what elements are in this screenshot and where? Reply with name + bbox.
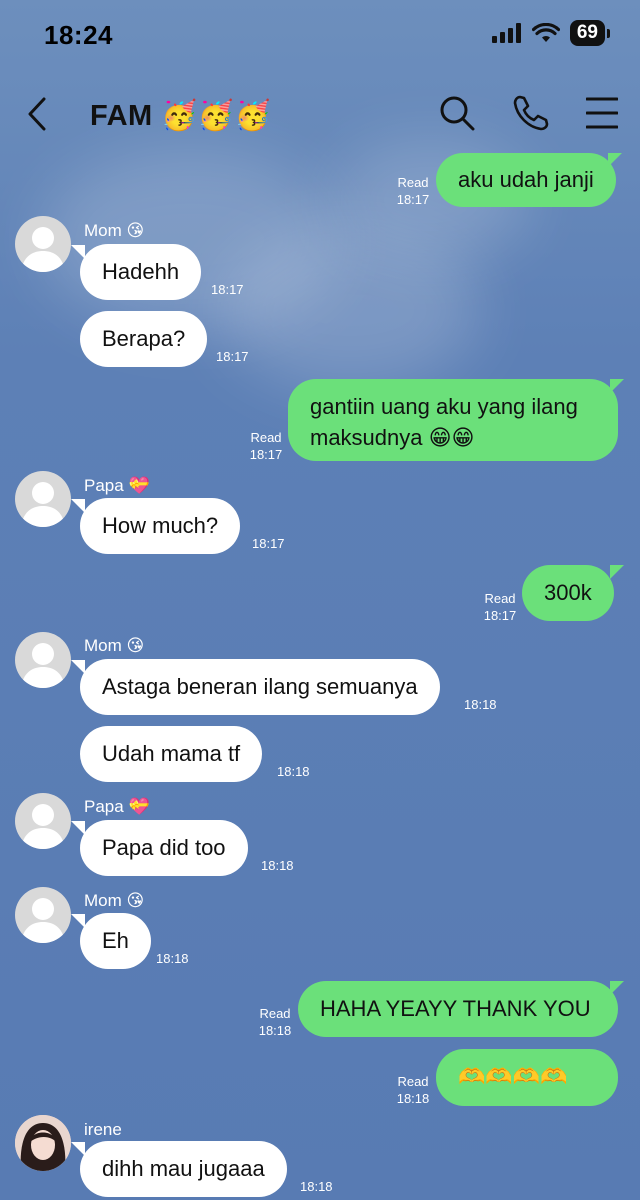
read-label: Read bbox=[259, 1006, 291, 1021]
message-time: 18:17 bbox=[216, 349, 249, 364]
read-receipt: Read 18:17 bbox=[479, 590, 521, 624]
message-bubble-incoming[interactable]: Astaga beneran ilang semuanya bbox=[80, 659, 440, 715]
search-icon[interactable] bbox=[438, 94, 476, 132]
default-avatar-icon bbox=[21, 804, 65, 849]
bubble-tail bbox=[610, 379, 624, 393]
message-text: aku udah janji bbox=[458, 167, 594, 192]
message-text: Astaga beneran ilang semuanya bbox=[102, 674, 418, 699]
sender-name: Mom 😘 bbox=[84, 221, 144, 241]
header-actions bbox=[438, 94, 618, 132]
message-text: HAHA YEAYY THANK YOU bbox=[320, 996, 591, 1021]
sender-name: Mom 😘 bbox=[84, 636, 144, 656]
phone-icon[interactable] bbox=[512, 94, 550, 132]
back-arrow-icon[interactable] bbox=[26, 96, 48, 132]
sender-emoji: 💝 bbox=[128, 797, 150, 817]
message-text: 🫶🫶🫶🫶 bbox=[458, 1065, 568, 1090]
message-bubble-incoming[interactable]: Hadehh bbox=[80, 244, 202, 300]
message-bubble-outgoing[interactable]: 🫶🫶🫶🫶 bbox=[436, 1049, 618, 1106]
message-time: 18:17 bbox=[211, 282, 244, 297]
message-text: Udah mama tf bbox=[102, 741, 241, 766]
sender-name-text: Papa bbox=[84, 797, 124, 816]
read-receipt: Read 18:18 bbox=[392, 1073, 434, 1107]
chat-title-text: FAM bbox=[90, 100, 153, 132]
sender-emoji: 😘 bbox=[126, 891, 145, 911]
bubble-tail bbox=[610, 565, 624, 579]
sender-name-text: irene bbox=[84, 1120, 122, 1139]
message-time: 18:18 bbox=[258, 1023, 292, 1038]
message-text: Papa did too bbox=[102, 835, 226, 860]
avatar-papa[interactable] bbox=[15, 471, 71, 527]
message-text-line: gantiin uang aku yang ilang bbox=[310, 394, 578, 419]
wifi-icon bbox=[531, 22, 560, 42]
profile-photo bbox=[15, 1115, 71, 1171]
status-icons: 69 bbox=[491, 20, 610, 46]
message-text: dihh mau jugaaa bbox=[102, 1156, 265, 1181]
default-avatar-icon bbox=[21, 898, 65, 943]
read-label: Read bbox=[250, 430, 282, 445]
avatar-mom[interactable] bbox=[15, 632, 71, 688]
read-receipt: Read 18:17 bbox=[392, 174, 434, 208]
default-avatar-icon bbox=[21, 227, 65, 272]
message-time: 18:18 bbox=[261, 858, 294, 873]
message-time: 18:18 bbox=[300, 1179, 333, 1194]
chat-title: FAM 🥳🥳🥳 bbox=[90, 98, 271, 133]
sender-emoji: 💝 bbox=[128, 476, 150, 496]
message-time: 18:18 bbox=[396, 1091, 430, 1106]
sender-name-text: Mom bbox=[84, 891, 122, 910]
avatar-papa[interactable] bbox=[15, 793, 71, 849]
read-receipt: Read 18:18 bbox=[254, 1005, 296, 1039]
message-bubble-incoming[interactable]: dihh mau jugaaa bbox=[80, 1141, 287, 1197]
status-time: 18:24 bbox=[44, 20, 113, 50]
chat-title-emoji: 🥳🥳🥳 bbox=[161, 98, 272, 132]
avatar-irene[interactable] bbox=[15, 1115, 71, 1171]
battery-level: 69 bbox=[569, 20, 605, 46]
default-avatar-icon bbox=[21, 482, 65, 527]
sender-emoji: 😘 bbox=[126, 221, 145, 241]
message-time: 18:18 bbox=[464, 697, 497, 712]
message-text: How much? bbox=[102, 513, 219, 538]
default-avatar-icon bbox=[21, 643, 65, 688]
read-label: Read bbox=[397, 175, 429, 190]
sender-name: irene bbox=[84, 1120, 122, 1140]
sender-name: Mom 😘 bbox=[84, 891, 144, 911]
message-text: Hadehh bbox=[102, 259, 180, 284]
message-bubble-incoming[interactable]: How much? bbox=[80, 498, 241, 554]
message-bubble-incoming[interactable]: Udah mama tf bbox=[80, 726, 263, 782]
message-bubble-outgoing[interactable]: aku udah janji bbox=[436, 153, 616, 207]
message-time: 18:17 bbox=[483, 608, 517, 623]
chat-header: FAM 🥳🥳🥳 bbox=[0, 88, 640, 144]
read-label: Read bbox=[397, 1074, 429, 1089]
message-text: Eh bbox=[102, 928, 129, 953]
status-bar: 18:24 69 bbox=[0, 0, 640, 70]
message-time: 18:17 bbox=[252, 536, 285, 551]
message-bubble-outgoing[interactable]: 300k bbox=[522, 565, 614, 621]
sender-name-text: Mom bbox=[84, 636, 122, 655]
avatar-mom[interactable] bbox=[15, 887, 71, 943]
signal-icon bbox=[491, 23, 521, 43]
sender-name: Papa 💝 bbox=[84, 476, 150, 496]
menu-icon[interactable] bbox=[586, 96, 618, 130]
message-bubble-incoming[interactable]: Papa did too bbox=[80, 820, 248, 876]
sender-name-text: Papa bbox=[84, 476, 124, 495]
sender-name: Papa 💝 bbox=[84, 797, 150, 817]
message-bubble-incoming[interactable]: Berapa? bbox=[80, 311, 208, 367]
message-text: Berapa? bbox=[102, 326, 186, 351]
battery-tip bbox=[607, 28, 610, 38]
bubble-tail bbox=[608, 153, 622, 167]
read-receipt: Read 18:17 bbox=[245, 429, 287, 463]
message-text-line: maksudnya 😁😁 bbox=[310, 425, 475, 450]
message-time: 18:17 bbox=[249, 447, 283, 462]
message-bubble-incoming[interactable]: Eh bbox=[80, 913, 151, 969]
bubble-tail bbox=[610, 981, 624, 995]
message-bubble-outgoing[interactable]: gantiin uang aku yang ilang maksudnya 😁😁 bbox=[288, 379, 618, 461]
message-text: 300k bbox=[544, 580, 592, 605]
message-time: 18:17 bbox=[396, 192, 430, 207]
avatar-mom[interactable] bbox=[15, 216, 71, 272]
message-time: 18:18 bbox=[156, 951, 189, 966]
message-bubble-outgoing[interactable]: HAHA YEAYY THANK YOU bbox=[298, 981, 618, 1037]
sender-emoji: 😘 bbox=[126, 636, 145, 656]
read-label: Read bbox=[484, 591, 516, 606]
sender-name-text: Mom bbox=[84, 221, 122, 240]
message-time: 18:18 bbox=[277, 764, 310, 779]
